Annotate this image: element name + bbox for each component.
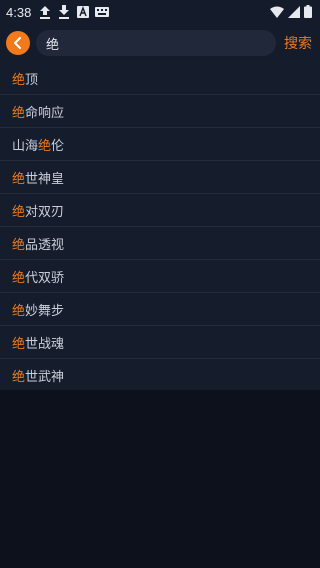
result-match-text: 绝: [12, 369, 26, 385]
search-result-item[interactable]: 绝代双骄: [0, 260, 320, 293]
result-text: 对双刃: [25, 204, 65, 220]
status-right-group: [270, 3, 312, 22]
upload-icon: [37, 4, 53, 20]
result-text: 世武神: [25, 369, 65, 385]
status-time: 4:38: [6, 4, 32, 20]
signal-icon: [288, 3, 300, 22]
result-text: 世神皇: [25, 171, 65, 187]
search-result-item[interactable]: 绝妙舞步: [0, 293, 320, 326]
result-match-text: 绝: [38, 138, 52, 154]
chevron-left-icon: [13, 34, 23, 53]
search-box[interactable]: [36, 30, 276, 56]
result-match-text: 绝: [12, 105, 26, 121]
app-notification-icon: [75, 4, 91, 20]
download-icon: [56, 4, 72, 20]
result-match-text: 绝: [12, 72, 26, 88]
search-result-item[interactable]: 绝世战魂: [0, 326, 320, 359]
result-match-text: 绝: [12, 303, 26, 319]
search-result-item[interactable]: 绝品透视: [0, 227, 320, 260]
result-text: 顶: [25, 72, 39, 88]
result-text: 品透视: [25, 237, 65, 253]
result-match-text: 绝: [12, 171, 26, 187]
status-bar: 4:38: [0, 0, 320, 24]
back-button[interactable]: [6, 31, 30, 55]
search-result-item[interactable]: 绝对双刃: [0, 194, 320, 227]
result-text: 命响应: [25, 105, 65, 121]
result-match-text: 绝: [12, 237, 26, 253]
result-text: 伦: [51, 138, 65, 154]
result-match-text: 绝: [12, 270, 26, 286]
keyboard-icon: [94, 4, 110, 20]
search-result-item[interactable]: 绝世武神: [0, 359, 320, 392]
empty-area: [0, 390, 320, 568]
search-input[interactable]: [46, 35, 266, 51]
result-match-text: 绝: [12, 336, 26, 352]
wifi-icon: [270, 3, 284, 22]
search-button[interactable]: 搜索: [284, 33, 314, 53]
result-match-text: 绝: [12, 204, 26, 220]
search-result-item[interactable]: 绝世神皇: [0, 161, 320, 194]
result-text: 世战魂: [25, 336, 65, 352]
search-result-item[interactable]: 绝命响应: [0, 95, 320, 128]
search-results-list: 绝顶绝命响应 山海绝伦绝世神皇绝对双刃绝品透视绝代双骄绝妙舞步绝世战魂绝世武神: [0, 62, 320, 392]
battery-icon: [304, 3, 312, 22]
search-result-item[interactable]: 绝顶: [0, 62, 320, 95]
result-text: 妙舞步: [25, 303, 65, 319]
search-header: 搜索: [0, 24, 320, 62]
result-text: 山海: [12, 138, 39, 154]
search-result-item[interactable]: 山海绝伦: [0, 128, 320, 161]
result-text: 代双骄: [25, 270, 65, 286]
